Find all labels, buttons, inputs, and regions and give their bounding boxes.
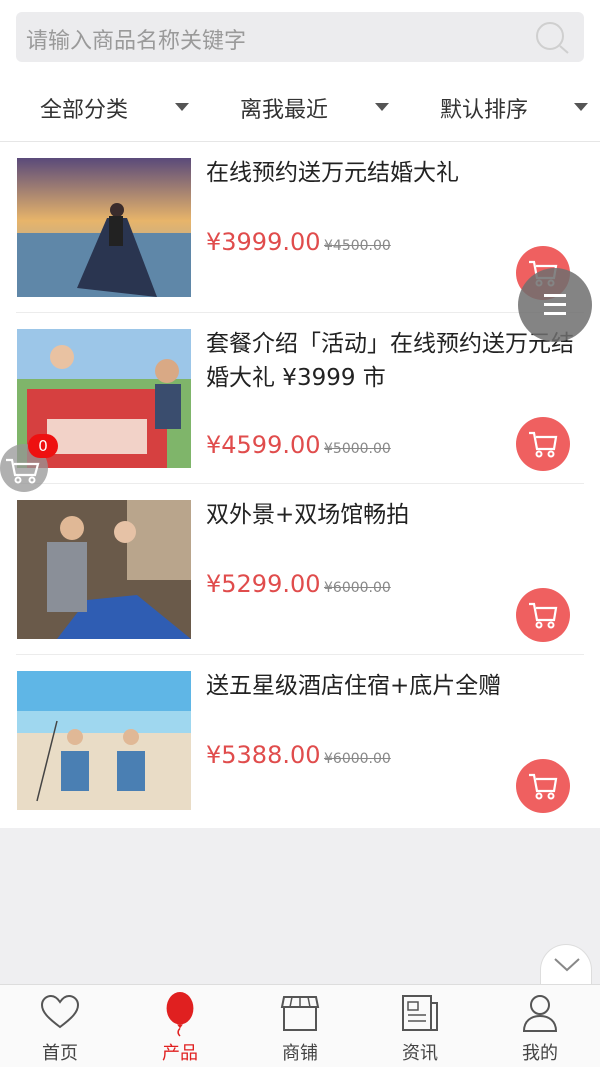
product-item[interactable]: 在线预约送万元结婚大礼 ¥3999.00 ¥4500.00 xyxy=(0,142,600,313)
add-to-cart-button[interactable] xyxy=(516,759,570,813)
header: 请输入商品名称关键字 全部分类 离我最近 默认排序 xyxy=(0,0,600,142)
product-old-price: ¥6000.00 xyxy=(324,580,391,596)
add-to-cart-button[interactable] xyxy=(516,588,570,642)
tab-shop[interactable]: 商铺 xyxy=(240,985,360,1067)
product-title[interactable]: 套餐介绍「活动」在线预约送万元结婚大礼 ¥3999 市 xyxy=(206,327,586,395)
product-title[interactable]: 在线预约送万元结婚大礼 xyxy=(206,156,586,190)
filter-category-label: 全部分类 xyxy=(40,98,129,123)
tab-news-label: 资讯 xyxy=(402,1043,438,1064)
product-price: ¥4599.00 xyxy=(206,431,321,459)
product-item[interactable]: 送五星级酒店住宿+底片全赠 ¥5388.00 ¥6000.00 xyxy=(0,655,600,826)
filter-sort-label: 默认排序 xyxy=(440,98,529,123)
menu-icon xyxy=(544,303,566,306)
tab-products[interactable]: 产品 xyxy=(120,985,240,1067)
shop-icon xyxy=(280,996,320,1031)
product-price: ¥5388.00 xyxy=(206,741,321,769)
cart-icon xyxy=(529,773,558,800)
product-item[interactable]: 套餐介绍「活动」在线预约送万元结婚大礼 ¥3999 市 ¥4599.00 ¥50… xyxy=(0,313,600,484)
search-icon[interactable] xyxy=(534,20,572,56)
filter-category[interactable]: 全部分类 xyxy=(40,92,189,123)
caret-down-icon xyxy=(175,103,189,111)
floating-menu-button[interactable] xyxy=(518,268,592,342)
news-icon xyxy=(402,995,438,1031)
tab-products-label: 产品 xyxy=(162,1043,198,1064)
user-icon xyxy=(522,995,558,1032)
product-image[interactable] xyxy=(17,671,191,810)
menu-icon xyxy=(544,312,566,315)
cart-icon xyxy=(529,431,558,458)
product-old-price: ¥4500.00 xyxy=(324,238,391,254)
menu-icon xyxy=(544,294,566,297)
cart-count-badge: 0 xyxy=(28,434,58,458)
product-image[interactable] xyxy=(17,500,191,639)
chevron-down-icon xyxy=(554,958,580,972)
product-price: ¥5299.00 xyxy=(206,570,321,598)
product-item[interactable]: 双外景+双场馆畅拍 ¥5299.00 ¥6000.00 xyxy=(0,484,600,655)
caret-down-icon xyxy=(375,103,389,111)
cart-icon xyxy=(529,602,558,629)
tab-home-label: 首页 xyxy=(42,1043,78,1064)
balloon-icon xyxy=(166,991,194,1037)
product-old-price: ¥6000.00 xyxy=(324,751,391,767)
filter-bar: 全部分类 离我最近 默认排序 xyxy=(0,78,600,136)
filter-sort[interactable]: 默认排序 xyxy=(440,92,588,123)
filter-distance[interactable]: 离我最近 xyxy=(240,92,389,123)
product-title[interactable]: 双外景+双场馆畅拍 xyxy=(206,498,586,532)
product-image[interactable] xyxy=(17,158,191,297)
tab-news[interactable]: 资讯 xyxy=(360,985,480,1067)
product-title[interactable]: 送五星级酒店住宿+底片全赠 xyxy=(206,669,586,703)
product-old-price: ¥5000.00 xyxy=(324,441,391,457)
product-price: ¥3999.00 xyxy=(206,228,321,256)
add-to-cart-button[interactable] xyxy=(516,417,570,471)
search-bar[interactable]: 请输入商品名称关键字 xyxy=(16,12,584,62)
heart-icon xyxy=(40,994,80,1029)
tab-mine-label: 我的 xyxy=(522,1043,558,1064)
tab-mine[interactable]: 我的 xyxy=(480,985,600,1067)
product-list: 在线预约送万元结婚大礼 ¥3999.00 ¥4500.00 套餐介绍「活动」在线… xyxy=(0,142,600,828)
bottom-tab-bar: 首页 产品 商铺 资讯 我的 xyxy=(0,984,600,1067)
caret-down-icon xyxy=(574,103,588,111)
filter-distance-label: 离我最近 xyxy=(240,98,329,123)
tab-shop-label: 商铺 xyxy=(282,1043,318,1064)
tab-home[interactable]: 首页 xyxy=(0,985,120,1067)
search-input[interactable]: 请输入商品名称关键字 xyxy=(26,23,246,55)
scroll-down-button[interactable] xyxy=(540,944,592,988)
